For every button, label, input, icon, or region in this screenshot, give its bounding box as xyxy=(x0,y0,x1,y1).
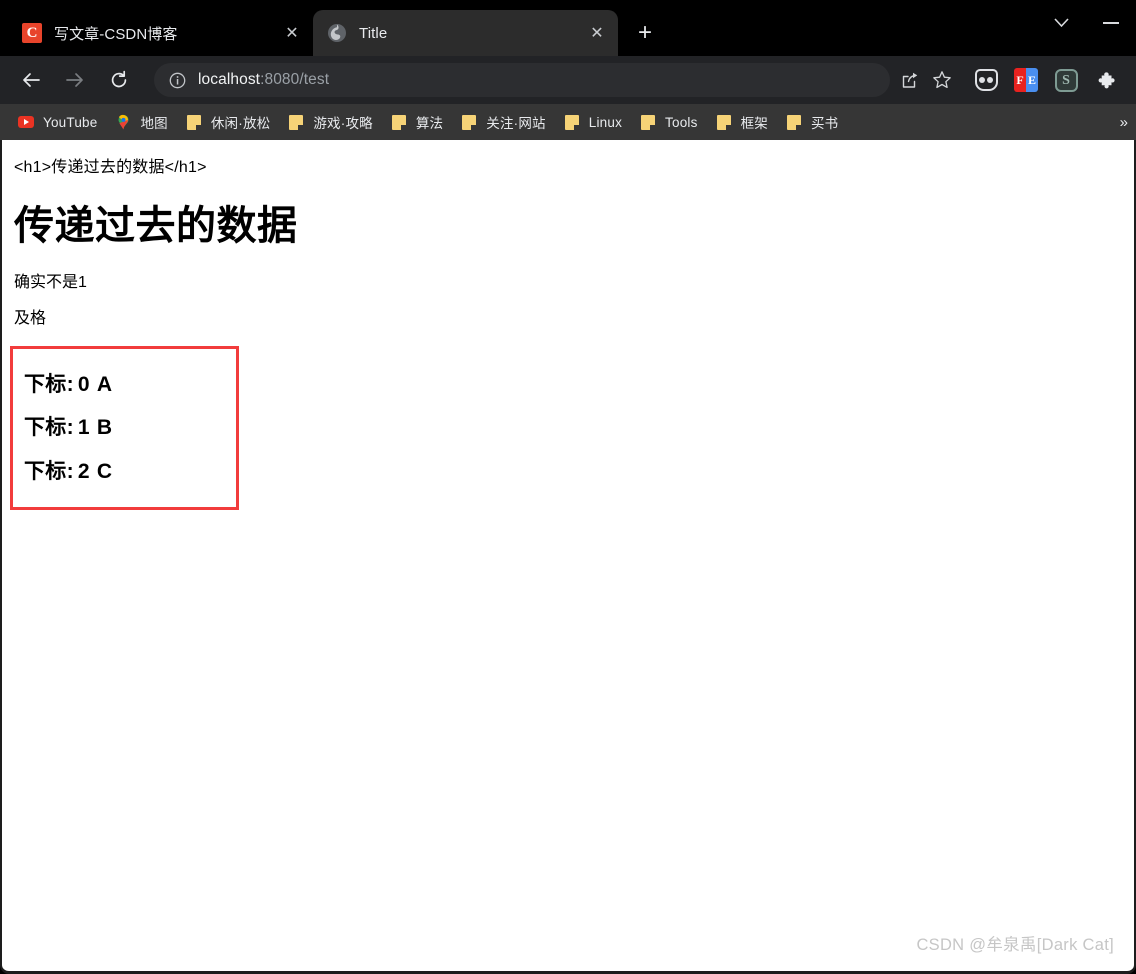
bookmark-folder-linux[interactable]: Linux xyxy=(556,109,630,135)
bookmark-label: Tools xyxy=(665,114,698,130)
fe-right-letter: E xyxy=(1026,68,1038,92)
fe-extension-icon[interactable]: F E xyxy=(1011,65,1041,95)
globe-icon xyxy=(327,23,347,43)
bookmark-label: 关注·网站 xyxy=(486,116,546,131)
chevron-down-icon[interactable] xyxy=(1036,0,1086,46)
index-label: 下标: xyxy=(24,373,74,397)
s-extension-icon[interactable]: S xyxy=(1051,65,1081,95)
item-value: A xyxy=(96,373,113,397)
fe-glyph: F E xyxy=(1014,68,1038,92)
list-item: 下标: 0 A xyxy=(24,363,236,406)
window-controls xyxy=(1036,0,1136,46)
tab-title-csdn: 写文章-CSDN博客 xyxy=(54,25,178,43)
item-value: B xyxy=(96,416,113,440)
bookmark-folder-frameworks[interactable]: 框架 xyxy=(708,109,776,135)
close-icon[interactable]: ✕ xyxy=(279,20,305,46)
index-value: 2 xyxy=(77,459,90,483)
bookmark-youtube[interactable]: YouTube xyxy=(10,109,105,135)
extension-icons: F E S xyxy=(966,65,1126,95)
bookmark-label: YouTube xyxy=(43,114,98,130)
bookmark-folder-leisure[interactable]: 休闲·放松 xyxy=(178,109,279,135)
bookmark-label: Linux xyxy=(588,114,623,130)
page-content: <h1>传递过去的数据</h1> 传递过去的数据 确实不是1 及格 下标: 0 A … xyxy=(2,140,1134,510)
bookmark-label: 买书 xyxy=(810,116,839,131)
bookmark-folder-games[interactable]: 游戏·攻略 xyxy=(280,109,381,135)
index-value: 1 xyxy=(77,416,90,440)
tab-strip: C 写文章-CSDN博客 ✕ Title ✕ + xyxy=(0,0,1136,56)
url-text: localhost:8080/test xyxy=(198,71,329,89)
folder-icon xyxy=(186,114,202,130)
s-glyph: S xyxy=(1054,68,1078,92)
folder-icon xyxy=(716,114,732,130)
page-title: 传递过去的数据 xyxy=(14,203,298,248)
list-item: 下标: 1 B xyxy=(24,406,236,449)
bookmark-star-icon[interactable] xyxy=(926,64,958,96)
pocket-extension-icon[interactable] xyxy=(971,65,1001,95)
index-value: 0 xyxy=(77,373,90,397)
reload-button[interactable] xyxy=(102,63,136,97)
bookmark-folder-buy-books[interactable]: 买书 xyxy=(778,109,846,135)
new-tab-button[interactable]: + xyxy=(628,16,662,50)
folder-icon xyxy=(786,114,802,130)
item-value: C xyxy=(96,459,113,483)
youtube-icon xyxy=(18,114,34,130)
tab-title-page[interactable]: Title ✕ xyxy=(313,10,618,56)
minimize-icon[interactable] xyxy=(1086,0,1136,46)
csdn-watermark: CSDN @牟泉禹[Dark Cat] xyxy=(916,936,1114,954)
index-label: 下标: xyxy=(24,459,74,483)
close-icon[interactable]: ✕ xyxy=(584,20,610,46)
url-path: :8080/test xyxy=(260,71,330,88)
extensions-puzzle-icon[interactable] xyxy=(1091,65,1121,95)
csdn-icon-letter: C xyxy=(22,23,42,43)
bookmark-folder-algorithms[interactable]: 算法 xyxy=(383,109,451,135)
bookmarks-overflow-icon[interactable]: » xyxy=(1120,114,1128,131)
folder-icon xyxy=(391,114,407,130)
address-bar[interactable]: localhost:8080/test xyxy=(154,63,890,97)
url-host: localhost xyxy=(198,71,261,88)
browser-window: C 写文章-CSDN博客 ✕ Title ✕ + localhost:8080/… xyxy=(0,0,1136,974)
bookmark-label: 地图 xyxy=(140,116,168,131)
folder-icon xyxy=(564,114,580,130)
bookmark-label: 框架 xyxy=(740,116,768,131)
site-info-icon[interactable] xyxy=(168,71,186,89)
bookmark-folder-follow-sites[interactable]: 关注·网站 xyxy=(453,109,554,135)
bookmark-label: 休闲·放松 xyxy=(210,116,271,131)
paragraph-one: 确实不是1 xyxy=(14,273,87,291)
forward-button[interactable] xyxy=(58,63,92,97)
tab-csdn[interactable]: C 写文章-CSDN博客 ✕ xyxy=(8,10,313,56)
code-text-line: <h1>传递过去的数据</h1> xyxy=(14,159,207,176)
folder-icon xyxy=(640,114,656,130)
folder-icon xyxy=(288,114,304,130)
paragraph-two: 及格 xyxy=(14,310,47,328)
maps-pin-icon xyxy=(115,114,131,130)
bookmarks-bar: YouTube 地图 休闲·放松 游戏·攻略 算法 关注·网站 Linux To… xyxy=(0,104,1136,140)
bookmark-folder-tools[interactable]: Tools xyxy=(632,109,706,135)
folder-icon xyxy=(461,114,477,130)
index-label: 下标: xyxy=(24,416,74,440)
bookmark-label: 游戏·攻略 xyxy=(313,116,373,131)
data-list-box: 下标: 0 A 下标: 1 B 下标: 2 C xyxy=(10,346,239,510)
fe-left-letter: F xyxy=(1014,68,1026,92)
list-item: 下标: 2 C xyxy=(24,450,236,493)
csdn-icon: C xyxy=(22,23,42,43)
back-button[interactable] xyxy=(14,63,48,97)
page-viewport: <h1>传递过去的数据</h1> 传递过去的数据 确实不是1 及格 下标: 0 A … xyxy=(0,140,1136,974)
tab-title-label: Title xyxy=(359,24,388,42)
bookmark-label: 算法 xyxy=(415,116,444,131)
pocket-glyph xyxy=(974,69,998,91)
browser-toolbar: localhost:8080/test F E S xyxy=(0,56,1136,104)
share-icon[interactable] xyxy=(894,64,926,96)
bookmark-maps[interactable]: 地图 xyxy=(107,109,175,135)
